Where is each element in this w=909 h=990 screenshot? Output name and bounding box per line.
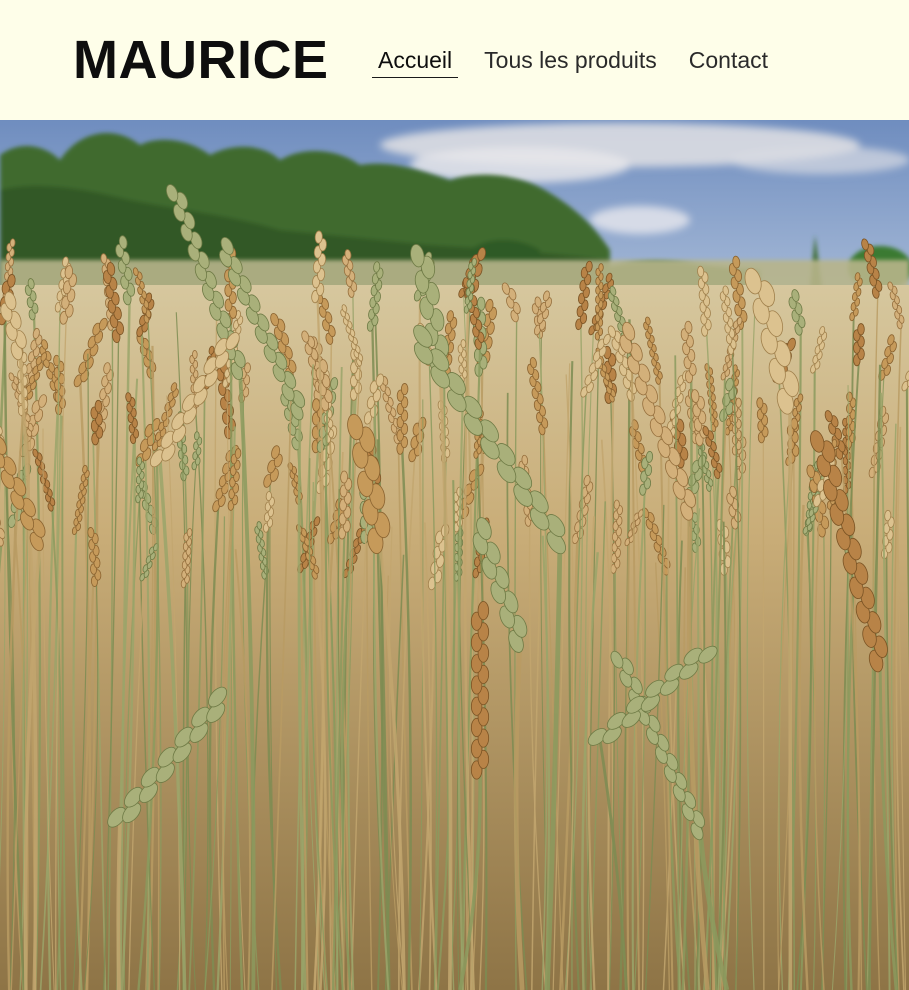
hero-banner <box>0 120 909 990</box>
nav-link-home[interactable]: Accueil <box>372 45 459 78</box>
site-header: MAURICE Accueil Tous les produits Contac… <box>0 0 909 120</box>
nav-link-all-products[interactable]: Tous les produits <box>478 45 663 77</box>
wheat-field-image <box>0 120 909 990</box>
nav-link-contact[interactable]: Contact <box>683 45 774 77</box>
site-logo[interactable]: MAURICE <box>73 30 329 90</box>
main-nav: Accueil Tous les produits Contact <box>372 44 774 78</box>
